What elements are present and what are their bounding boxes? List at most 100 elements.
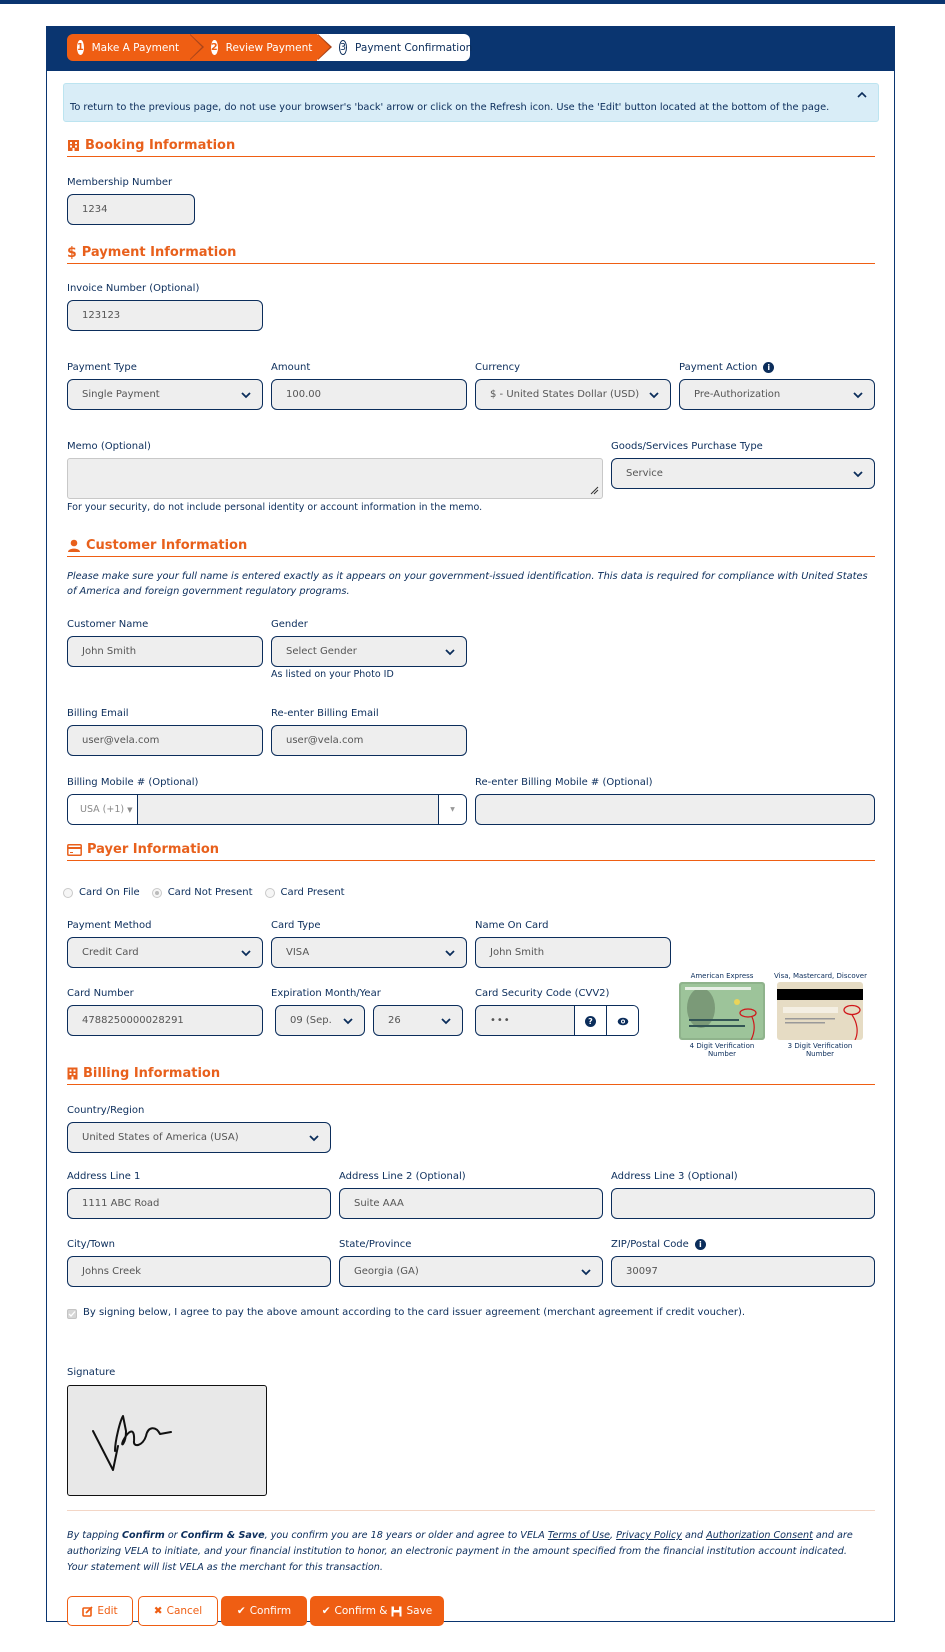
cancel-button[interactable]: ✖ Cancel [138,1596,218,1626]
invoice-number-field[interactable]: 123123 [67,300,263,331]
checkmark-icon [68,1311,76,1317]
address3-field[interactable] [611,1188,875,1219]
cvv-help-button[interactable]: ? [574,1006,606,1035]
chevron-up-icon[interactable] [856,90,868,100]
gender-select[interactable]: Select Gender [271,636,467,667]
card-presence-radio-group: Card On File Card Not Present Card Prese… [63,887,345,898]
country-select[interactable]: United States of America (USA) [67,1122,331,1153]
wizard-steps: 1 Make A Payment 2 Review Payment 3 Paym… [67,34,473,61]
payment-method-label: Payment Method [67,920,152,931]
state-select[interactable]: Georgia (GA) [339,1256,603,1287]
country-code-dropdown[interactable]: USA (+1) ▼ [68,795,138,824]
membership-number-label: Membership Number [67,177,173,188]
payment-action-label-text: Payment Action [679,362,758,373]
terms-of-use-link[interactable]: Terms of Use [548,1530,610,1541]
radio-button[interactable] [63,887,73,898]
chevron-down-icon [853,392,863,399]
agree-checkbox[interactable] [67,1309,77,1319]
zip-field[interactable]: 30097 [611,1256,875,1287]
membership-number-field[interactable]: 1234 [67,194,195,225]
card-number-field[interactable]: 4788250000028291 [67,1005,263,1036]
cancel-button-label: Cancel [166,1605,203,1617]
reenter-billing-email-field[interactable]: user@vela.com [271,725,467,756]
radio-button[interactable] [264,887,275,898]
payment-type-label: Payment Type [67,362,137,373]
expiration-label: Expiration Month/Year [271,988,381,999]
step-label: Payment Confirmation [355,41,473,54]
exp-month-select[interactable]: 09 (Sep. [275,1005,365,1036]
reenter-billing-mobile-field[interactable] [475,794,875,825]
customer-name-field[interactable]: John Smith [67,636,263,667]
card-type-select[interactable]: VISA [271,937,467,968]
reenter-billing-mobile-label: Re-enter Billing Mobile # (Optional) [475,777,653,788]
amex-note: 4 Digit Verification Number [689,1042,755,1058]
resize-handle-icon[interactable] [589,485,599,495]
step-number: 3 [339,40,348,55]
payment-action-select[interactable]: Pre-Authorization [679,379,875,410]
visa-cvv-example: Visa, Mastercard, Discover 3 Digit Verif… [774,972,867,1058]
step-label: Make A Payment [91,41,180,54]
address1-label: Address Line 1 [67,1171,141,1182]
address2-label: Address Line 2 (Optional) [339,1171,466,1182]
signature-label: Signature [67,1367,116,1378]
cvv-show-button[interactable] [606,1006,638,1035]
step-payment-confirmation: 3 Payment Confirmation [317,34,473,61]
address1-field[interactable]: 1111 ABC Road [67,1188,331,1219]
exp-year-select[interactable]: 26 [373,1005,463,1036]
address3-label: Address Line 3 (Optional) [611,1171,738,1182]
country-value: United States of America (USA) [82,1132,239,1143]
step-label: Review Payment [225,41,313,54]
privacy-policy-link[interactable]: Privacy Policy [616,1530,682,1541]
info-icon[interactable]: i [763,362,775,373]
confirm-button[interactable]: ✔ Confirm [221,1596,307,1626]
radio-button-selected[interactable] [151,887,162,898]
info-icon[interactable]: i [694,1239,706,1250]
terms-text: By tapping Confirm or Confirm & Save, yo… [67,1528,867,1576]
purchase-type-select[interactable]: Service [611,458,875,489]
purchase-type-value: Service [626,468,663,479]
mobile-dropdown-toggle[interactable]: ▼ [438,795,466,824]
payment-type-value: Single Payment [82,389,160,400]
billing-mobile-group: USA (+1) ▼ ▼ [67,794,467,825]
checkmark-icon: ✔ [321,1605,331,1617]
radio-card-on-file[interactable]: Card On File [63,887,140,898]
edit-button[interactable]: Edit [67,1596,133,1626]
memo-textarea[interactable] [67,458,603,499]
signature-pad[interactable] [67,1385,267,1496]
radio-card-present[interactable]: Card Present [264,887,345,898]
memo-label: Memo (Optional) [67,441,151,452]
radio-card-not-present[interactable]: Card Not Present [151,887,253,898]
step-number: 2 [211,40,218,55]
billing-email-field[interactable]: user@vela.com [67,725,263,756]
invoice-number-label: Invoice Number (Optional) [67,283,200,294]
currency-select[interactable]: $ - United States Dollar (USD) [475,379,671,410]
section-title-text: Billing Information [83,1066,221,1081]
currency-value: $ - United States Dollar (USD) [490,389,640,400]
cvv-field[interactable]: ••• ? [475,1005,639,1036]
section-title-text: Payer Information [87,842,220,857]
zip-label-text: ZIP/Postal Code [611,1239,689,1250]
dollar-icon: $ [67,244,77,261]
payment-method-select[interactable]: Credit Card [67,937,263,968]
cvv-value: ••• [490,1015,511,1026]
visa-caption: Visa, Mastercard, Discover [774,972,867,980]
terms-text-part: , you confirm you are 18 years or older … [264,1530,548,1541]
section-payer-information: Payer Information [67,839,875,861]
city-label: City/Town [67,1239,116,1250]
payment-action-label: Payment Action i [679,362,775,373]
terms-text-part: By tapping [67,1530,123,1541]
payment-type-select[interactable]: Single Payment [67,379,263,410]
hotel-icon [68,140,79,151]
visa-note: 3 Digit Verification Number [787,1042,853,1058]
name-on-card-field[interactable]: John Smith [475,937,671,968]
credit-card-icon [67,843,82,856]
city-field[interactable]: Johns Creek [67,1256,331,1287]
authorization-consent-link[interactable]: Authorization Consent [706,1530,813,1541]
amount-field[interactable]: 100.00 [271,379,467,410]
billing-mobile-input[interactable] [138,795,438,824]
address2-field[interactable]: Suite AAA [339,1188,603,1219]
chevron-down-icon [445,950,455,957]
confirm-and-save-button[interactable]: ✔ Confirm & Save [310,1596,444,1626]
name-on-card-label: Name On Card [475,920,549,931]
confirm-button-label: Confirm [249,1605,292,1617]
